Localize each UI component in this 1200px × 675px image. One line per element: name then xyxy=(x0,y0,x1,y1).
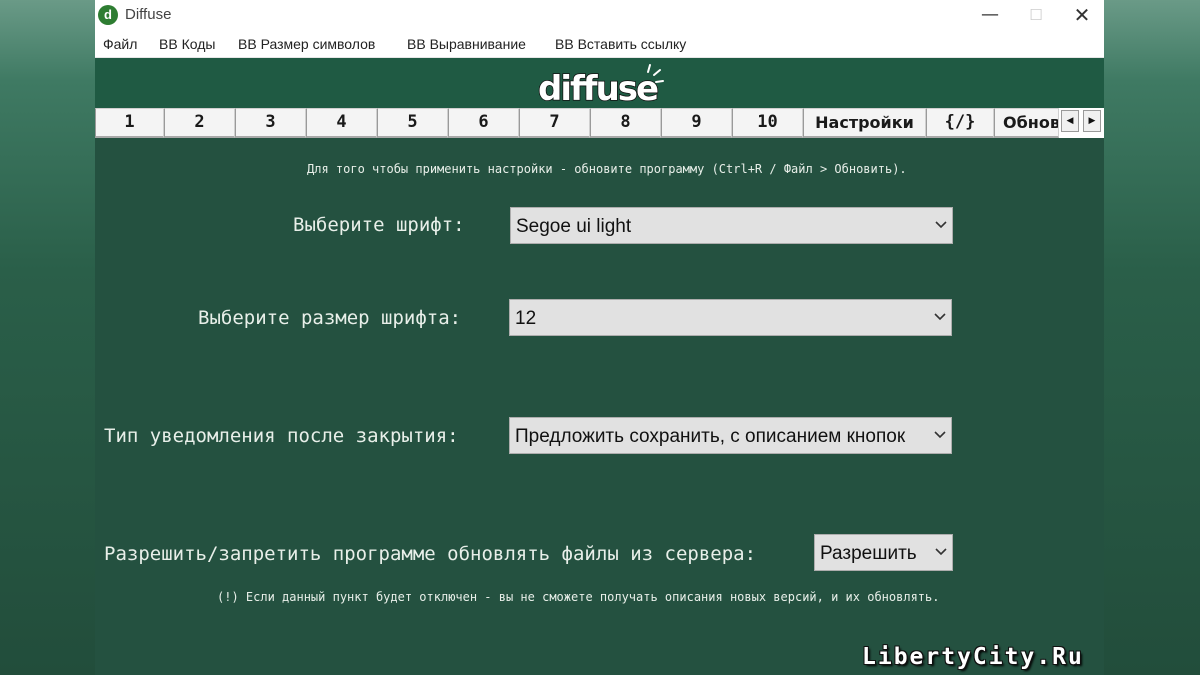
close-notice-select-value: Предложить сохранить, с описанием кнопок xyxy=(515,426,906,447)
font-size-label: Выберите размер шрифта: xyxy=(198,307,462,329)
close-button[interactable]: ✕ xyxy=(1059,0,1105,31)
tab-9[interactable]: 9 xyxy=(661,108,732,138)
tab-6[interactable]: 6 xyxy=(448,108,519,138)
title-bar: d Diffuse — ☐ ✕ xyxy=(95,0,1104,31)
tab-4[interactable]: 4 xyxy=(306,108,377,138)
tab-settings[interactable]: Настройки xyxy=(803,108,926,138)
font-select-value: Segoe ui light xyxy=(516,216,632,237)
chevron-down-icon xyxy=(934,431,946,439)
tab-update[interactable]: Обнов xyxy=(994,108,1059,138)
tab-1[interactable]: 1 xyxy=(95,108,164,138)
watermark-logo: LibertyCity.Ru xyxy=(862,644,1084,670)
tab-code[interactable]: {/} xyxy=(926,108,994,138)
tab-3[interactable]: 3 xyxy=(235,108,306,138)
updates-select[interactable]: Разрешить xyxy=(814,534,953,571)
updates-warning-note: (!) Если данный пункт будет отключен - в… xyxy=(217,590,940,604)
font-label: Выберите шрифт: xyxy=(293,214,465,236)
tab-5[interactable]: 5 xyxy=(377,108,448,138)
chevron-down-icon xyxy=(935,221,947,229)
font-size-select-value: 12 xyxy=(515,308,537,329)
chevron-down-icon xyxy=(935,548,947,556)
font-size-select[interactable]: 12 xyxy=(509,299,952,336)
close-notice-select[interactable]: Предложить сохранить, с описанием кнопок xyxy=(509,417,952,454)
app-window: d Diffuse — ☐ ✕ Файл BB Коды BB Размер с… xyxy=(95,0,1104,675)
menu-bb-codes[interactable]: BB Коды xyxy=(159,36,215,52)
window-title: Diffuse xyxy=(125,6,172,23)
diffuse-app-icon: d xyxy=(98,5,118,25)
apply-settings-hint: Для того чтобы применить настройки - обн… xyxy=(307,162,907,176)
menu-file[interactable]: Файл xyxy=(103,36,137,52)
logo-text: diffuse xyxy=(538,69,658,106)
menu-bb-alignment[interactable]: BB Выравнивание xyxy=(407,36,526,52)
tab-10[interactable]: 10 xyxy=(732,108,803,138)
diffuse-logo: diffuse xyxy=(537,64,664,106)
menu-bb-insert-link[interactable]: BB Вставить ссылку xyxy=(555,36,686,52)
tab-7[interactable]: 7 xyxy=(519,108,590,138)
updates-select-value: Разрешить xyxy=(820,543,917,564)
menu-bb-font-size[interactable]: BB Размер символов xyxy=(238,36,375,52)
tab-bar: 1 2 3 4 5 6 7 8 9 10 Настройки {/} Обнов… xyxy=(95,108,1104,138)
chevron-down-icon xyxy=(934,313,946,321)
font-select[interactable]: Segoe ui light xyxy=(510,207,953,244)
tab-scroll-left-icon[interactable]: ◀ xyxy=(1061,110,1079,132)
maximize-button[interactable]: ☐ xyxy=(1013,0,1059,31)
tab-2[interactable]: 2 xyxy=(164,108,235,138)
tab-8[interactable]: 8 xyxy=(590,108,661,138)
menu-bar: Файл BB Коды BB Размер символов BB Вырав… xyxy=(95,31,1104,58)
minimize-button[interactable]: — xyxy=(967,0,1013,31)
settings-panel: Для того чтобы применить настройки - обн… xyxy=(95,138,1104,675)
close-notice-label: Тип уведомления после закрытия: xyxy=(104,425,459,447)
tab-scroll-right-icon[interactable]: ▶ xyxy=(1083,110,1101,132)
updates-label: Разрешить/запретить программе обновлять … xyxy=(104,543,757,565)
header-banner: diffuse xyxy=(95,58,1104,108)
